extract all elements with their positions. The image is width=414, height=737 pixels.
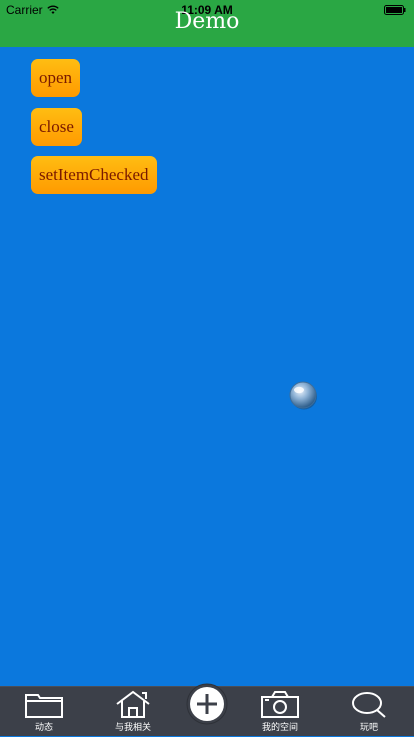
home-icon	[116, 690, 150, 718]
tab-related[interactable]: 与我相关	[103, 687, 163, 737]
tab-label: 玩吧	[359, 723, 378, 733]
tab-feed[interactable]: 动态	[14, 687, 74, 737]
folder-icon	[25, 694, 63, 718]
plus-icon[interactable]	[186, 683, 228, 725]
search-icon	[352, 692, 386, 718]
floating-ball-icon[interactable]	[288, 380, 318, 410]
tab-label: 与我相关	[114, 723, 151, 733]
set-item-checked-button[interactable]: setItemChecked	[31, 156, 157, 194]
tab-my-space[interactable]: 我的空间	[250, 687, 310, 737]
tab-play[interactable]: 玩吧	[339, 687, 399, 737]
tab-bar: 动态 与我相关 我的空间 玩吧	[0, 683, 414, 737]
tab-label: 我的空间	[261, 723, 298, 733]
navigation-bar: Demo	[0, 9, 414, 47]
camera-icon	[261, 691, 299, 718]
page-title: Demo	[174, 9, 240, 34]
close-button[interactable]: close	[31, 108, 82, 146]
tab-label: 动态	[34, 723, 53, 733]
open-button[interactable]: open	[31, 59, 81, 97]
